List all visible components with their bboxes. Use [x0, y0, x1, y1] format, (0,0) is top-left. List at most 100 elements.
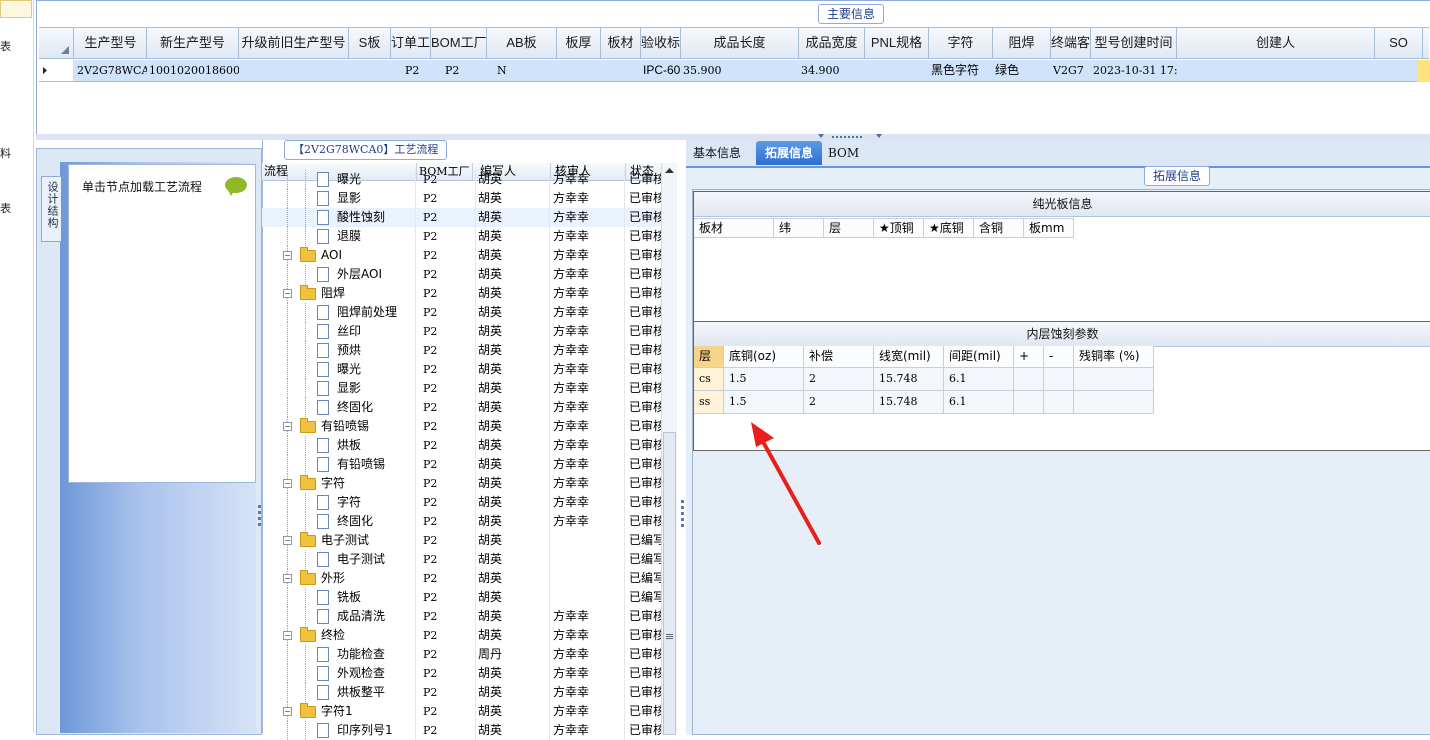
collapse-toggle-icon[interactable]: −	[283, 574, 292, 583]
process-row[interactable]: 酸性蚀刻 P2 胡英 方幸幸 已审核	[262, 208, 661, 227]
col-header-0[interactable]: 生产型号	[75, 28, 147, 58]
etch-cell[interactable]	[1074, 368, 1154, 391]
col-header-9[interactable]: 验收标准	[641, 28, 681, 58]
process-row[interactable]: 显影 P2 胡英 方幸幸 已审核	[262, 379, 661, 398]
process-row[interactable]: 功能检查 P2 周丹 方幸幸 已审核	[262, 645, 661, 664]
etch-col-2[interactable]: 补偿	[804, 346, 874, 368]
process-row[interactable]: 印序列号1 P2 胡英 方幸幸 已审核	[262, 721, 661, 740]
etch-col-4[interactable]: 间距(mil)	[944, 346, 1014, 368]
col-header-15[interactable]: 终端客户代码	[1051, 28, 1091, 58]
col-header-16[interactable]: 型号创建时间	[1091, 28, 1177, 58]
process-row[interactable]: 退膜 P2 胡英 方幸幸 已审核	[262, 227, 661, 246]
main-cell-9[interactable]: IPC-6012 Ⅱ 级	[643, 60, 681, 81]
col-header-11[interactable]: 成品宽度	[799, 28, 865, 58]
etch-cell[interactable]	[1014, 391, 1044, 414]
process-row[interactable]: 阻焊前处理 P2 胡英 方幸幸 已审核	[262, 303, 661, 322]
etch-cell[interactable]: 2	[804, 368, 874, 391]
etch-cell[interactable]	[1044, 391, 1074, 414]
process-row[interactable]: − 字符 P2 胡英 方幸幸 已审核	[262, 474, 661, 493]
main-cell-11[interactable]: 34.900	[801, 60, 865, 81]
etch-cell[interactable]: ss	[694, 391, 724, 414]
process-scrollbar-thumb[interactable]	[663, 432, 676, 735]
process-row[interactable]: 曝光 P2 胡英 方幸幸 已审核	[262, 170, 661, 189]
tab-basic-info[interactable]: 基本信息	[688, 141, 746, 165]
etch-cell[interactable]	[1014, 368, 1044, 391]
col-header-13[interactable]: 字符	[929, 28, 993, 58]
col-header-7[interactable]: 板厚	[557, 28, 601, 58]
main-cell-1[interactable]: 10010200186003	[149, 60, 239, 81]
col-header-4[interactable]: 订单工厂	[391, 28, 431, 58]
process-row[interactable]: − 终检 P2 胡英 方幸幸 已审核	[262, 626, 661, 645]
etch-col-6[interactable]: -	[1044, 346, 1074, 368]
col-header-6[interactable]: AB板	[487, 28, 557, 58]
main-cell-10[interactable]: 35.900	[683, 60, 799, 81]
col-header-8[interactable]: 板材	[601, 28, 641, 58]
main-cell-0[interactable]: 2V2G78WCA0	[77, 60, 147, 81]
main-cell-2[interactable]	[241, 60, 349, 81]
col-header-17[interactable]: 创建人	[1177, 28, 1375, 58]
process-row[interactable]: 终固化 P2 胡英 方幸幸 已审核	[262, 398, 661, 417]
main-cell-17[interactable]	[1179, 60, 1375, 81]
main-cell-12[interactable]	[867, 60, 929, 81]
process-row[interactable]: 预烘 P2 胡英 方幸幸 已审核	[262, 341, 661, 360]
collapse-toggle-icon[interactable]: −	[283, 479, 292, 488]
main-cell-8[interactable]	[603, 60, 641, 81]
etch-cell[interactable]: 2	[804, 391, 874, 414]
pure-board-col-5[interactable]: 含铜	[974, 218, 1024, 238]
process-row[interactable]: 外层AOI P2 胡英 方幸幸 已审核	[262, 265, 661, 284]
pure-board-col-0[interactable]: 板材	[694, 218, 774, 238]
process-row[interactable]: 终固化 P2 胡英 方幸幸 已审核	[262, 512, 661, 531]
collapse-toggle-icon[interactable]: −	[283, 422, 292, 431]
etch-cell[interactable]: 1.5	[724, 368, 804, 391]
process-row[interactable]: 烘板整平 P2 胡英 方幸幸 已审核	[262, 683, 661, 702]
etch-col-1[interactable]: 底铜(oz)	[724, 346, 804, 368]
scroll-up-icon[interactable]	[662, 163, 677, 177]
etch-cell[interactable]: 1.5	[724, 391, 804, 414]
etch-cell[interactable]: 6.1	[944, 391, 1014, 414]
collapse-toggle-icon[interactable]: −	[283, 251, 292, 260]
main-cell-7[interactable]	[559, 60, 601, 81]
process-row[interactable]: 外观检查 P2 胡英 方幸幸 已审核	[262, 664, 661, 683]
etch-cell[interactable]	[1044, 368, 1074, 391]
col-header-12[interactable]: PNL规格	[865, 28, 929, 58]
process-row[interactable]: − 外形 P2 胡英 已编写	[262, 569, 661, 588]
etch-cell[interactable]: cs	[694, 368, 724, 391]
main-cell-5[interactable]: P2	[445, 60, 487, 81]
process-row[interactable]: − 电子测试 P2 胡英 已编写	[262, 531, 661, 550]
etch-cell[interactable]: 15.748	[874, 391, 944, 414]
process-row[interactable]: 有铅喷锡 P2 胡英 方幸幸 已审核	[262, 455, 661, 474]
pure-board-col-3[interactable]: ★顶铜	[874, 218, 924, 238]
collapse-toggle-icon[interactable]: −	[283, 631, 292, 640]
tab-design-structure[interactable]: 设计结构	[41, 176, 61, 242]
etch-cell[interactable]: 15.748	[874, 368, 944, 391]
col-header-10[interactable]: 成品长度	[681, 28, 799, 58]
collapse-toggle-icon[interactable]: −	[283, 536, 292, 545]
process-row[interactable]: 电子测试 P2 胡英 已编写	[262, 550, 661, 569]
main-cell-15[interactable]: V2G7	[1053, 60, 1091, 81]
etch-col-5[interactable]: +	[1014, 346, 1044, 368]
etch-col-7[interactable]: 残铜率 (%)	[1074, 346, 1154, 368]
main-cell-13[interactable]: 黑色字符	[931, 60, 993, 81]
process-row[interactable]: − AOI P2 胡英 方幸幸 已审核	[262, 246, 661, 265]
process-row[interactable]: − 字符1 P2 胡英 方幸幸 已审核	[262, 702, 661, 721]
process-row[interactable]: 字符 P2 胡英 方幸幸 已审核	[262, 493, 661, 512]
etch-cell[interactable]	[1074, 391, 1154, 414]
tab-bom[interactable]: BOM	[828, 141, 859, 165]
process-row[interactable]: 成品清洗 P2 胡英 方幸幸 已审核	[262, 607, 661, 626]
pure-board-col-2[interactable]: 层	[824, 218, 874, 238]
main-cell-3[interactable]	[351, 60, 391, 81]
pure-board-col-4[interactable]: ★底铜	[924, 218, 974, 238]
main-cell-6[interactable]: N	[497, 60, 557, 81]
etch-cell[interactable]: 6.1	[944, 368, 1014, 391]
collapse-toggle-icon[interactable]: −	[283, 707, 292, 716]
process-row[interactable]: 烘板 P2 胡英 方幸幸 已审核	[262, 436, 661, 455]
collapse-toggle-icon[interactable]: −	[283, 289, 292, 298]
pure-board-col-6[interactable]: 板mm	[1024, 218, 1074, 238]
process-row[interactable]: 曝光 P2 胡英 方幸幸 已审核	[262, 360, 661, 379]
main-cell-4[interactable]: P2	[405, 60, 431, 81]
main-grid-row-selected[interactable]: 2V2G78WCA010010200186003 P2 P2 N IPC-6012 Ⅱ …	[39, 60, 1429, 82]
col-header-5[interactable]: BOM工厂	[431, 28, 487, 58]
process-row[interactable]: 丝印 P2 胡英 方幸幸 已审核	[262, 322, 661, 341]
process-row[interactable]: 铣板 P2 胡英 已编写	[262, 588, 661, 607]
etch-col-0[interactable]: 层	[694, 346, 724, 368]
